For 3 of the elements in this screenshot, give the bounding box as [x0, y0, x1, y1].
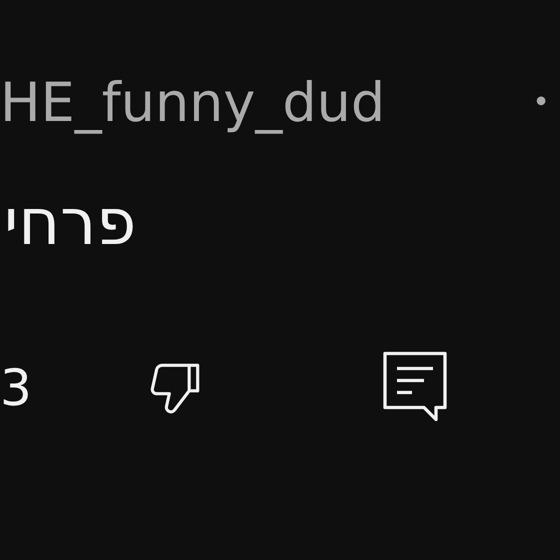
comment-text: פרחי	[4, 191, 136, 255]
separator-dot: •	[532, 88, 550, 118]
like-count: 3	[0, 363, 33, 413]
